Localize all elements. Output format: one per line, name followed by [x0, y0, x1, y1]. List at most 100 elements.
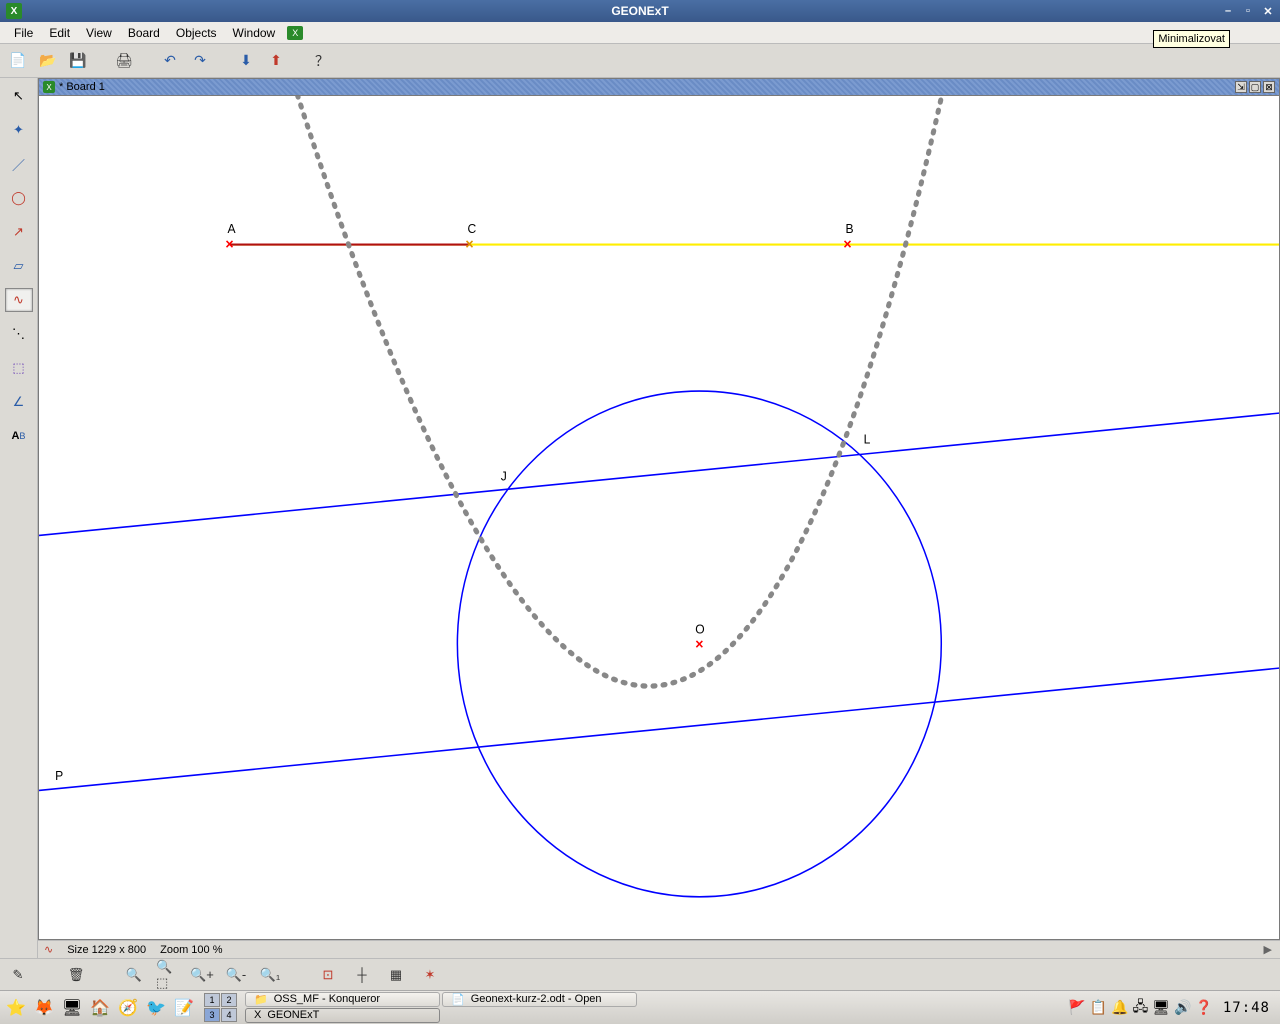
new-button[interactable]: 📄	[6, 49, 30, 73]
taskbar-item-geonext[interactable]: X GEONExT	[245, 1008, 440, 1023]
origin-button[interactable]: ⊡	[316, 963, 340, 987]
pager-1[interactable]: 1	[204, 993, 220, 1007]
tray-help-icon[interactable]: ❓	[1195, 999, 1212, 1016]
kmenu-icon[interactable]: ⭐	[4, 996, 28, 1020]
board-titlebar[interactable]: X * Board 1 ⇲ ▢ ⊠	[38, 78, 1280, 96]
axes-button[interactable]: ┼	[350, 963, 374, 987]
taskbar-item-icon: X	[254, 1009, 261, 1021]
pager-2[interactable]: 2	[221, 993, 237, 1007]
zoom-out-button[interactable]: 🔍-	[224, 963, 248, 987]
redo-button[interactable]: ↷	[188, 49, 212, 73]
thunderbird-icon[interactable]: 🐦	[144, 996, 168, 1020]
import-button[interactable]: ⬇	[234, 49, 258, 73]
desktop-pager[interactable]: 1 2 3 4	[204, 993, 237, 1022]
geonext-logo-icon: X	[287, 26, 303, 40]
taskbar-item-label: Geonext-kurz-2.odt - Open	[471, 993, 602, 1005]
svg-text:×: ×	[225, 237, 233, 253]
undo-button[interactable]: ↶	[158, 49, 182, 73]
svg-text:O: O	[695, 622, 705, 636]
taskbar-item-label: GEONExT	[267, 1009, 319, 1021]
edit-button[interactable]: ✎	[6, 963, 30, 987]
print-button[interactable]: 🖨	[112, 49, 136, 73]
taskbar-item-label: OSS_MF - Konqueror	[274, 993, 380, 1005]
status-size: Size 1229 x 800	[67, 944, 146, 956]
svg-text:×: ×	[465, 237, 473, 253]
taskbar-item-icon: 📁	[254, 993, 268, 1006]
statusbar: ∿ Size 1229 x 800 Zoom 100 % ▶	[38, 940, 1280, 958]
svg-text:J: J	[501, 469, 507, 483]
minimize-button[interactable]: –	[1220, 4, 1236, 18]
trace-tool[interactable]: ⋱	[5, 322, 33, 346]
snap-button[interactable]: ✶	[418, 963, 442, 987]
line-tool[interactable]: ／	[5, 152, 33, 176]
zoom-tool[interactable]: 🔍	[122, 963, 146, 987]
system-tray: 🚩 📋 🔔 🖧 🖥 🔊 ❓ 17:48	[1068, 996, 1276, 1020]
window-title: GEONExT	[611, 4, 668, 18]
home-icon[interactable]: 🏠	[88, 996, 112, 1020]
pager-3[interactable]: 3	[204, 1008, 220, 1022]
tray-klipper-icon[interactable]: 📋	[1090, 999, 1107, 1016]
pointer-tool[interactable]: ↖	[5, 84, 33, 108]
menu-file[interactable]: File	[6, 24, 41, 42]
delete-button[interactable]: 🗑	[64, 963, 88, 987]
top-toolbar: 📄 📂 💾 🖨 ↶ ↷ ⬇ ⬆ ？	[0, 44, 1280, 78]
board-maximize-button[interactable]: ▢	[1249, 81, 1261, 93]
text-tool[interactable]: AB	[5, 424, 33, 448]
menu-board[interactable]: Board	[120, 24, 168, 42]
svg-text:C: C	[467, 222, 476, 236]
tray-display-icon[interactable]: 🖥	[1152, 999, 1170, 1016]
board-icon: X	[43, 81, 55, 93]
tray-update-icon[interactable]: 🔔	[1111, 999, 1128, 1016]
kontact-icon[interactable]: 🧭	[116, 996, 140, 1020]
menu-window[interactable]: Window	[225, 24, 284, 42]
save-button[interactable]: 💾	[66, 49, 90, 73]
svg-text:P: P	[55, 769, 63, 783]
taskbar-clock[interactable]: 17:48	[1217, 1000, 1276, 1016]
taskbar-item-icon: 📄	[451, 993, 465, 1006]
window-titlebar: X GEONExT – ▫ ✕	[0, 0, 1280, 22]
scrollbar-right-arrow[interactable]: ▶	[1264, 943, 1274, 956]
tray-flag-icon[interactable]: 🚩	[1068, 999, 1085, 1016]
open-button[interactable]: 📂	[36, 49, 60, 73]
curve-tool[interactable]: ∿	[5, 288, 33, 312]
grid-button[interactable]: ▦	[384, 963, 408, 987]
circle-tool[interactable]: ◯	[5, 186, 33, 210]
drawing-canvas[interactable]: ×A×C×BJL×OP	[38, 96, 1280, 940]
firefox-icon[interactable]: 🦊	[32, 996, 56, 1020]
select-region-tool[interactable]: ⬚	[5, 356, 33, 380]
board-undock-button[interactable]: ⇲	[1235, 81, 1247, 93]
svg-text:×: ×	[843, 237, 851, 253]
pager-4[interactable]: 4	[221, 1008, 237, 1022]
menu-view[interactable]: View	[78, 24, 120, 42]
terminal-icon[interactable]: 🖥	[60, 996, 84, 1020]
menu-edit[interactable]: Edit	[41, 24, 78, 42]
svg-text:A: A	[228, 222, 237, 236]
desktop-taskbar: ⭐ 🦊 🖥 🏠 🧭 🐦 📝 1 2 3 4 📁 OSS_MF - Konquero…	[0, 990, 1280, 1024]
taskbar-item-openoffice[interactable]: 📄 Geonext-kurz-2.odt - Open	[442, 992, 637, 1007]
board-close-button[interactable]: ⊠	[1263, 81, 1275, 93]
export-button[interactable]: ⬆	[264, 49, 288, 73]
close-button[interactable]: ✕	[1260, 4, 1276, 18]
left-toolbar: ↖ ✦ ／ ◯ ↗ ▱ ∿ ⋱ ⬚ ∠ AB	[0, 78, 38, 958]
kwrite-icon[interactable]: 📝	[172, 996, 196, 1020]
polygon-tool[interactable]: ▱	[5, 254, 33, 278]
taskbar-item-konqueror[interactable]: 📁 OSS_MF - Konqueror	[245, 992, 440, 1007]
app-icon: X	[6, 3, 22, 19]
maximize-button[interactable]: ▫	[1240, 4, 1256, 18]
tray-network-icon[interactable]: 🖧	[1133, 996, 1149, 1020]
help-button[interactable]: ？	[310, 49, 334, 73]
status-zoom: Zoom 100 %	[160, 944, 222, 956]
status-icon: ∿	[44, 943, 53, 956]
board-title: * Board 1	[59, 81, 105, 93]
zoom-fit-button[interactable]: 🔍⬚	[156, 963, 180, 987]
zoom-in-button[interactable]: 🔍+	[190, 963, 214, 987]
svg-text:L: L	[864, 432, 871, 446]
tray-volume-icon[interactable]: 🔊	[1174, 999, 1191, 1016]
arrow-tool[interactable]: ↗	[5, 220, 33, 244]
zoom-100-button[interactable]: 🔍₁	[258, 963, 282, 987]
bottom-toolbar: ✎ 🗑 🔍 🔍⬚ 🔍+ 🔍- 🔍₁ ⊡ ┼ ▦ ✶	[0, 958, 1280, 990]
angle-tool[interactable]: ∠	[5, 390, 33, 414]
point-tool[interactable]: ✦	[5, 118, 33, 142]
svg-text:B: B	[846, 222, 854, 236]
menu-objects[interactable]: Objects	[168, 24, 225, 42]
